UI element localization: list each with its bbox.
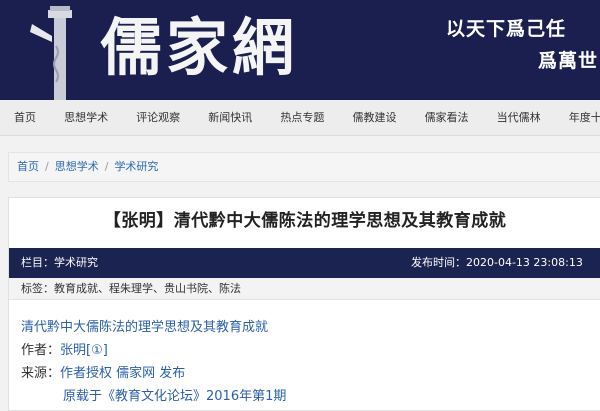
article-title: 【张明】清代黔中大儒陈法的理学思想及其教育成就 [103, 211, 507, 231]
article-panel: 【张明】清代黔中大儒陈法的理学思想及其教育成就 栏目：学术研究 发布时间：202… [8, 197, 600, 411]
nav-item-confucian-building[interactable]: 儒教建设 [352, 100, 396, 135]
breadcrumb-research[interactable]: 学术研究 [114, 160, 158, 173]
nav-item-commentary[interactable]: 评论观察 [136, 100, 180, 135]
breadcrumb-home[interactable]: 首页 [17, 160, 39, 173]
article-publish-time: 发布时间：2020-04-13 23:08:13 [411, 256, 583, 269]
slogan-line-1: 以天下爲己任 [446, 18, 567, 40]
nav-item-topics[interactable]: 热点专题 [280, 100, 324, 135]
article-tags: 标签：教育成就、程朱理学、贵山书院、陈法 [9, 278, 600, 300]
breadcrumb-separator: / [104, 160, 109, 173]
article-body: 清代黔中大儒陈法的理学思想及其教育成就 作者：张明[①] 来源：作者授权 儒家网… [21, 316, 286, 408]
breadcrumb-thought[interactable]: 思想学术 [55, 160, 99, 173]
nav-item-news[interactable]: 新闻快讯 [208, 100, 252, 135]
author-label: 作者： [21, 343, 61, 358]
nav-item-contemporary[interactable]: 当代儒林 [497, 100, 541, 135]
author-line: 作者：张明[①] [21, 339, 286, 362]
article-subtitle: 清代黔中大儒陈法的理学思想及其教育成就 [21, 320, 269, 335]
article-column: 栏目：学术研究 [21, 256, 98, 269]
source-line: 来源：作者授权 儒家网 发布 [21, 362, 286, 385]
slogan-line-2: 爲萬世 [538, 50, 599, 72]
article-meta-bar: 栏目：学术研究 发布时间：2020-04-13 23:08:13 [9, 248, 600, 278]
site-logo[interactable]: 儒家網 [100, 6, 298, 90]
breadcrumb-separator: / [45, 160, 49, 173]
nav-item-thought[interactable]: 思想学术 [64, 100, 108, 135]
site-banner: 儒家網 以天下爲己任 爲萬世 [0, 0, 600, 100]
source-label: 来源： [21, 366, 61, 381]
author-footnote-link[interactable]: [①] [86, 343, 108, 358]
nav-item-annual-top10[interactable]: 年度十大 [569, 100, 600, 135]
source-text: 作者授权 儒家网 发布 [60, 366, 186, 381]
nav-item-home[interactable]: 首页 [14, 100, 36, 135]
nav-item-views[interactable]: 儒家看法 [425, 100, 469, 135]
breadcrumb: 首页 / 思想学术 / 学术研究 [8, 152, 600, 182]
huabiao-pillar-icon [30, 6, 72, 100]
main-nav: 首页 思想学术 评论观察 新闻快讯 热点专题 儒教建设 儒家看法 当代儒林 年度… [0, 100, 600, 136]
author-name: 张明 [60, 343, 87, 358]
original-publication: 原载于《教育文化论坛》2016年第1期 [63, 389, 287, 404]
